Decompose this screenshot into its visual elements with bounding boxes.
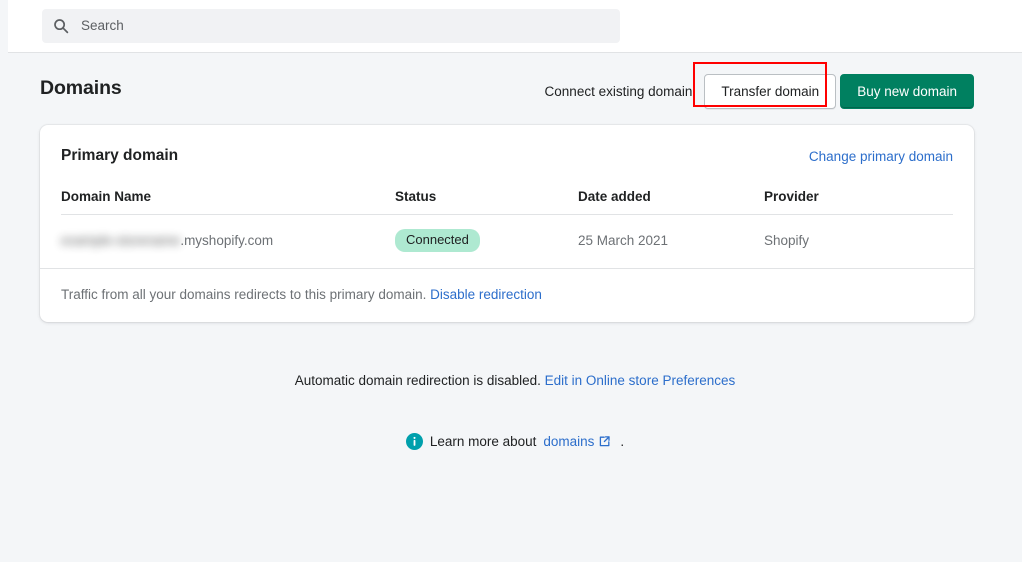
info-circle-icon	[406, 433, 423, 450]
app-screen: Search Domains Connect existing domain T…	[0, 0, 1022, 562]
learn-more-prefix-text: Learn more about	[430, 434, 537, 449]
card-header: Primary domain Change primary domain	[40, 125, 974, 177]
disable-redirection-link[interactable]: Disable redirection	[430, 287, 542, 302]
search-icon	[53, 18, 69, 34]
redirect-info-text: Traffic from all your domains redirects …	[61, 287, 426, 302]
domain-suffix: .myshopify.com	[180, 233, 273, 248]
column-header-domain-name: Domain Name	[61, 177, 395, 215]
column-header-status: Status	[395, 177, 578, 215]
search-placeholder-text: Search	[81, 19, 124, 33]
table-header-row: Domain Name Status Date added Provider	[61, 177, 953, 215]
learn-more-row: Learn more about domains .	[8, 433, 1022, 450]
domains-help-link[interactable]: domains	[543, 434, 611, 449]
connect-existing-domain-button[interactable]: Connect existing domain	[535, 75, 703, 108]
learn-more-suffix-text: .	[620, 434, 624, 449]
column-header-date-added: Date added	[578, 177, 764, 215]
domains-table-body: example-storename.myshopify.com Connecte…	[61, 215, 953, 269]
transfer-domain-button[interactable]: Transfer domain	[704, 74, 836, 109]
domains-help-link-label: domains	[543, 434, 594, 449]
domains-table-head: Domain Name Status Date added Provider	[61, 177, 953, 215]
column-header-provider: Provider	[764, 177, 953, 215]
page-body: Domains Connect existing domain Transfer…	[8, 53, 1022, 562]
page-header: Domains Connect existing domain Transfer…	[40, 66, 974, 122]
edit-online-store-preferences-link[interactable]: Edit in Online store Preferences	[545, 373, 736, 388]
search-input[interactable]: Search	[42, 9, 620, 43]
page-title: Domains	[40, 77, 122, 100]
buy-new-domain-button[interactable]: Buy new domain	[840, 74, 974, 109]
table-row: example-storename.myshopify.com Connecte…	[61, 215, 953, 269]
auto-redirection-text: Automatic domain redirection is disabled…	[295, 373, 541, 388]
cell-status: Connected	[395, 215, 578, 269]
domains-table: Domain Name Status Date added Provider e…	[61, 177, 953, 268]
change-primary-domain-link[interactable]: Change primary domain	[809, 149, 953, 164]
external-link-icon	[598, 435, 611, 448]
transfer-domain-button-wrapper: Transfer domain	[704, 74, 836, 109]
cell-date-added: 25 March 2021	[578, 215, 764, 269]
cell-provider: Shopify	[764, 215, 953, 269]
card-title: Primary domain	[61, 147, 178, 165]
primary-domain-card: Primary domain Change primary domain Dom…	[40, 125, 974, 322]
card-footer: Traffic from all your domains redirects …	[40, 268, 974, 322]
page-actions: Connect existing domain Transfer domain …	[535, 74, 974, 109]
auto-redirection-notice: Automatic domain redirection is disabled…	[8, 373, 1022, 388]
cell-domain-name: example-storename.myshopify.com	[61, 215, 395, 269]
top-bar: Search	[8, 0, 1022, 53]
status-badge: Connected	[395, 229, 480, 252]
redacted-domain-prefix: example-storename	[61, 233, 180, 248]
